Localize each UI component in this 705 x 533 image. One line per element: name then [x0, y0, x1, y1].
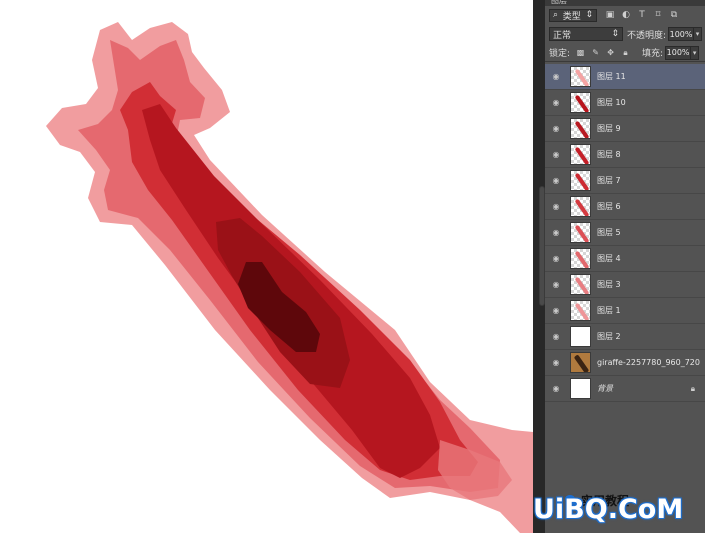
layer-row[interactable]: ◉ giraffe-2257780_960_720: [545, 350, 705, 376]
fill-input[interactable]: 100%: [665, 45, 692, 60]
layer-lock-icon: 🔒︎: [690, 383, 695, 393]
layer-name: 图层 3: [597, 280, 621, 289]
layer-row[interactable]: ◉ 图层 11: [545, 64, 705, 90]
visibility-eye-icon[interactable]: ◉: [545, 332, 567, 341]
lock-position-icon[interactable]: ✥: [606, 48, 615, 57]
layer-row[interactable]: ◉ 图层 4: [545, 246, 705, 272]
opacity-label: 不透明度:: [627, 30, 667, 41]
layer-name: 图层 10: [597, 98, 626, 107]
visibility-eye-icon[interactable]: ◉: [545, 254, 567, 263]
fill-label: 填充:: [642, 49, 664, 59]
visibility-eye-icon[interactable]: ◉: [545, 358, 567, 367]
lock-all-icon[interactable]: 🔒︎: [621, 48, 630, 57]
blend-mode-value: 正常: [553, 30, 572, 41]
filter-row: ⌕ 类型 ⇕ ▣ ◐ T ⌑ ⧉: [545, 6, 705, 24]
thumbnail-stroke: [574, 250, 590, 268]
thumbnail-stroke: [574, 302, 590, 320]
layer-thumbnail: [570, 196, 591, 217]
layer-name: 图层 2: [597, 332, 621, 341]
layer-row[interactable]: ◉ 图层 1: [545, 298, 705, 324]
layer-row[interactable]: ◉ 图层 7: [545, 168, 705, 194]
layer-thumbnail: [570, 144, 591, 165]
thumbnail-stroke: [574, 120, 590, 138]
filter-kind-label: 类型: [562, 11, 581, 22]
visibility-eye-icon[interactable]: ◉: [545, 176, 567, 185]
layers-panel: 图层 ⌕ 类型 ⇕ ▣ ◐ T ⌑ ⧉ 正常 ⇕ 不透明度: 100% ▾ 锁定…: [545, 0, 705, 533]
adjustment-filter-icon[interactable]: ◐: [621, 10, 631, 20]
thumbnail-stroke: [574, 68, 590, 86]
shape-filter-icon[interactable]: ⌑: [653, 10, 663, 20]
thumbnail-stroke: [573, 354, 590, 372]
layer-thumbnail: [570, 326, 591, 347]
layer-row[interactable]: ◉ 图层 8: [545, 142, 705, 168]
image-filter-icon[interactable]: ▣: [605, 10, 615, 20]
panel-divider-scrollbar[interactable]: [533, 0, 545, 533]
layer-thumbnail: [570, 274, 591, 295]
thumbnail-stroke: [574, 146, 590, 164]
layer-row[interactable]: ◉ 图层 5: [545, 220, 705, 246]
layer-thumbnail: [570, 66, 591, 87]
thumbnail-stroke: [574, 224, 590, 242]
lock-row: 锁定: ▩ ✎ ✥ 🔒︎ 填充: 100% ▾: [545, 44, 705, 62]
visibility-eye-icon[interactable]: ◉: [545, 150, 567, 159]
layer-name: 图层 7: [597, 176, 621, 185]
layer-thumbnail: [570, 352, 591, 373]
visibility-eye-icon[interactable]: ◉: [545, 384, 567, 393]
layer-thumbnail: [570, 248, 591, 269]
layer-thumbnail: [570, 222, 591, 243]
visibility-eye-icon[interactable]: ◉: [545, 202, 567, 211]
visibility-eye-icon[interactable]: ◉: [545, 72, 567, 81]
opacity-input[interactable]: 100%: [668, 27, 695, 41]
layer-row[interactable]: ◉ 图层 2: [545, 324, 705, 350]
lock-transparency-icon[interactable]: ▩: [576, 48, 585, 57]
layer-name: 图层 8: [597, 150, 621, 159]
layer-name: 图层 6: [597, 202, 621, 211]
layer-name: giraffe-2257780_960_720: [597, 358, 700, 367]
layer-thumbnail: [570, 92, 591, 113]
text-filter-icon[interactable]: T: [637, 10, 647, 20]
visibility-eye-icon[interactable]: ◉: [545, 124, 567, 133]
layer-row[interactable]: ◉ 图层 3: [545, 272, 705, 298]
blend-mode-select[interactable]: 正常 ⇕: [549, 27, 623, 41]
chevron-updown-icon: ⇕: [611, 29, 619, 39]
layer-row[interactable]: ◉ 图层 10: [545, 90, 705, 116]
layer-name: 图层 1: [597, 306, 621, 315]
visibility-eye-icon[interactable]: ◉: [545, 280, 567, 289]
lock-icons: ▩ ✎ ✥ 🔒︎: [576, 48, 630, 58]
layer-row[interactable]: ◉ 图层 9: [545, 116, 705, 142]
document-canvas[interactable]: [0, 0, 533, 533]
visibility-eye-icon[interactable]: ◉: [545, 98, 567, 107]
layer-name: 图层 5: [597, 228, 621, 237]
search-icon: ⌕: [553, 10, 559, 20]
layer-name: 背景: [597, 384, 613, 393]
filter-kind-select[interactable]: ⌕ 类型 ⇕: [549, 8, 597, 22]
visibility-eye-icon[interactable]: ◉: [545, 228, 567, 237]
lock-pixels-icon[interactable]: ✎: [591, 48, 600, 57]
thumbnail-stroke: [574, 198, 590, 216]
opacity-dropdown-icon[interactable]: ▾: [694, 27, 703, 41]
thumbnail-stroke: [574, 94, 590, 112]
visibility-eye-icon[interactable]: ◉: [545, 306, 567, 315]
blend-row: 正常 ⇕ 不透明度: 100% ▾: [545, 25, 705, 43]
lock-label: 锁定:: [549, 49, 571, 59]
fill-dropdown-icon[interactable]: ▾: [691, 45, 700, 60]
thumbnail-stroke: [574, 172, 590, 190]
smart-object-filter-icon[interactable]: ⧉: [669, 10, 679, 20]
layer-row[interactable]: ◉ 背景 🔒︎: [545, 376, 705, 402]
layer-thumbnail: [570, 118, 591, 139]
layer-row[interactable]: ◉ 图层 6: [545, 194, 705, 220]
watermark: 实用教程 UiBQ.CoM: [533, 486, 705, 533]
layer-thumbnail: [570, 378, 591, 399]
chevron-updown-icon: ⇕: [585, 10, 593, 20]
layer-thumbnail: [570, 170, 591, 191]
layer-name: 图层 9: [597, 124, 621, 133]
filter-icons: ▣ ◐ T ⌑ ⧉: [605, 10, 679, 20]
thumbnail-stroke: [574, 276, 590, 294]
watermark-en-text: UiBQ.CoM: [533, 494, 684, 525]
layer-thumbnail: [570, 300, 591, 321]
layer-name: 图层 4: [597, 254, 621, 263]
giraffe-artwork: [46, 22, 533, 533]
layer-name: 图层 11: [597, 72, 626, 81]
layer-list: ◉ 图层 11 ◉ 图层 10 ◉ 图层 9 ◉ 图层 8 ◉ 图层 7 ◉ 图层 6 ◉ 图层 5 ◉ 图层…: [545, 64, 705, 402]
